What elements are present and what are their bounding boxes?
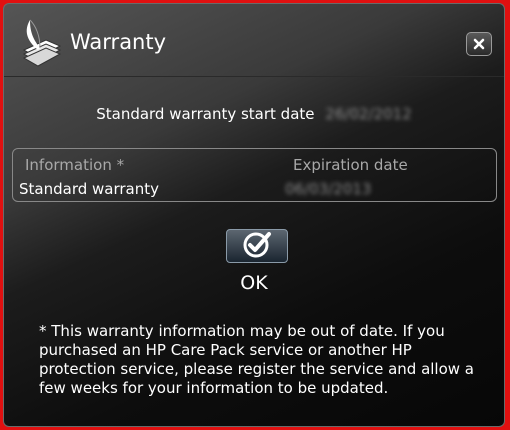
header-expiration-date: Expiration date (293, 156, 408, 174)
warranty-footnote: * This warranty information may be out o… (39, 322, 474, 397)
window-title: Warranty (70, 30, 167, 54)
start-date-value: 26/02/2012 (325, 105, 412, 123)
ok-button[interactable] (226, 229, 288, 263)
checkmark-icon (241, 230, 273, 262)
warranty-table: Information * Expiration date Standard w… (12, 148, 497, 202)
header-information: Information * (25, 156, 125, 174)
title-bar: Warranty (4, 4, 504, 77)
start-date-label: Standard warranty start date (96, 105, 315, 123)
close-button[interactable] (466, 32, 492, 56)
ok-label[interactable]: OK (4, 272, 504, 294)
row-expiration-date: 06/03/2013 (285, 180, 372, 198)
warranty-feather-icon (16, 16, 68, 68)
row-information: Standard warranty (19, 180, 159, 198)
close-icon (473, 35, 485, 54)
warranty-start-row: Standard warranty start date 26/02/2012 (4, 105, 504, 123)
warranty-dialog: Warranty Standard warranty start date 26… (3, 3, 505, 427)
